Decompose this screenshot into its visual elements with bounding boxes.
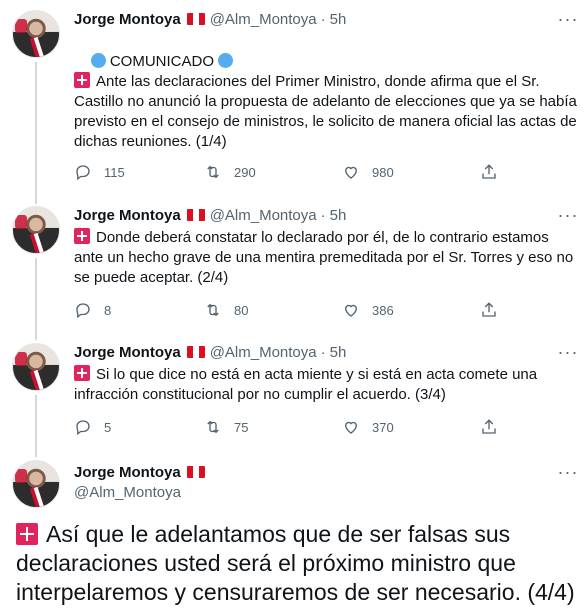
thread-connector — [35, 62, 37, 204]
reply-count: 115 — [104, 164, 125, 180]
author-handle[interactable]: @Alm_Montoya — [210, 207, 317, 224]
peru-flag-icon — [186, 346, 205, 358]
avatar[interactable] — [12, 460, 60, 508]
thread-connector — [35, 395, 37, 457]
tweet-body-text: Así que le adelantamos que de ser falsas… — [16, 521, 575, 605]
retweet-icon — [207, 303, 219, 317]
siren-emoji-icon — [16, 523, 38, 545]
author-handle[interactable]: @Alm_Montoya — [210, 11, 317, 28]
retweet-icon — [207, 420, 219, 434]
tweet-body-text: Donde deberá constatar lo declarado por … — [74, 229, 578, 286]
tweet-body: Ante las declaraciones del Primer Minist… — [74, 72, 578, 152]
tweet-header: Jorge Montoya @Alm_Montoya · 5h — [74, 9, 346, 29]
like-button[interactable]: 386 — [342, 301, 394, 319]
share-icon — [482, 419, 496, 434]
retweet-count: 75 — [234, 419, 249, 435]
thread-connector — [35, 258, 37, 340]
peru-flag-icon — [186, 466, 205, 478]
tweet-header: Jorge Montoya — [74, 462, 210, 482]
like-count: 980 — [372, 164, 394, 180]
tweet-time[interactable]: 5h — [330, 207, 347, 224]
share-button[interactable] — [480, 418, 510, 436]
tweet-body-text: Ante las declaraciones del Primer Minist… — [74, 73, 582, 150]
like-button[interactable]: 370 — [342, 418, 394, 436]
avatar[interactable] — [12, 10, 60, 58]
avatar[interactable] — [12, 206, 60, 254]
retweet-button[interactable]: 75 — [204, 418, 248, 436]
author-name[interactable]: Jorge Montoya — [74, 11, 181, 28]
more-icon[interactable]: ··· — [558, 342, 578, 362]
like-icon — [345, 304, 357, 317]
reply-count: 8 — [104, 302, 112, 318]
reply-icon — [76, 303, 90, 319]
retweet-icon — [207, 165, 219, 179]
tweet-body: Donde deberá constatar lo declarado por … — [74, 228, 578, 288]
tweet-time[interactable]: 5h — [330, 11, 347, 28]
share-button[interactable] — [480, 163, 510, 181]
share-button[interactable] — [480, 301, 510, 319]
separator: · — [320, 206, 326, 224]
retweet-count: 80 — [234, 302, 249, 318]
reply-icon — [76, 165, 90, 181]
author-name[interactable]: Jorge Montoya — [74, 344, 181, 361]
avatar[interactable] — [12, 343, 60, 391]
retweet-button[interactable]: 80 — [204, 301, 248, 319]
siren-emoji-icon — [74, 365, 90, 381]
tweet-header: Jorge Montoya @Alm_Montoya · 5h — [74, 205, 346, 225]
reply-icon — [76, 420, 90, 436]
separator: · — [320, 343, 326, 361]
tweet-actions: 115 290 980 — [74, 162, 514, 182]
reply-button[interactable]: 5 — [74, 418, 111, 436]
blue-circle-emoji-icon — [90, 53, 106, 68]
focused-tweet-body: Así que le adelantamos que de ser falsas… — [16, 520, 582, 607]
siren-emoji-icon — [74, 228, 90, 244]
tweet-actions: 8 80 386 — [74, 300, 514, 320]
retweet-count: 290 — [234, 164, 256, 180]
peru-flag-icon — [186, 209, 205, 221]
blue-circle-emoji-icon — [218, 53, 234, 68]
tweet-body: Si lo que dice no está en acta miente y … — [74, 365, 578, 405]
tweet-actions: 5 75 370 — [74, 417, 514, 437]
separator: · — [320, 10, 326, 28]
peru-flag-icon — [186, 13, 205, 25]
share-icon — [482, 302, 496, 317]
tweet-header: Jorge Montoya @Alm_Montoya · 5h — [74, 342, 346, 362]
tweet-headline: COMUNICADO — [109, 53, 215, 70]
like-count: 370 — [372, 419, 394, 435]
retweet-button[interactable]: 290 — [204, 163, 256, 181]
author-handle[interactable]: @Alm_Montoya — [74, 484, 181, 501]
like-count: 386 — [372, 302, 394, 318]
reply-button[interactable]: 115 — [74, 163, 125, 181]
share-icon — [482, 164, 496, 179]
reply-count: 5 — [104, 419, 112, 435]
tweet-body-text: Si lo que dice no está en acta miente y … — [74, 366, 542, 403]
more-icon[interactable]: ··· — [558, 205, 578, 225]
tweet-time[interactable]: 5h — [330, 344, 347, 361]
author-handle[interactable]: @Alm_Montoya — [210, 344, 317, 361]
like-button[interactable]: 980 — [342, 163, 394, 181]
like-icon — [345, 421, 357, 434]
reply-button[interactable]: 8 — [74, 301, 111, 319]
author-name[interactable]: Jorge Montoya — [74, 207, 181, 224]
author-name[interactable]: Jorge Montoya — [74, 464, 181, 481]
more-icon[interactable]: ··· — [558, 462, 578, 482]
more-icon[interactable]: ··· — [558, 9, 578, 29]
siren-emoji-icon — [74, 72, 90, 88]
like-icon — [345, 166, 357, 179]
